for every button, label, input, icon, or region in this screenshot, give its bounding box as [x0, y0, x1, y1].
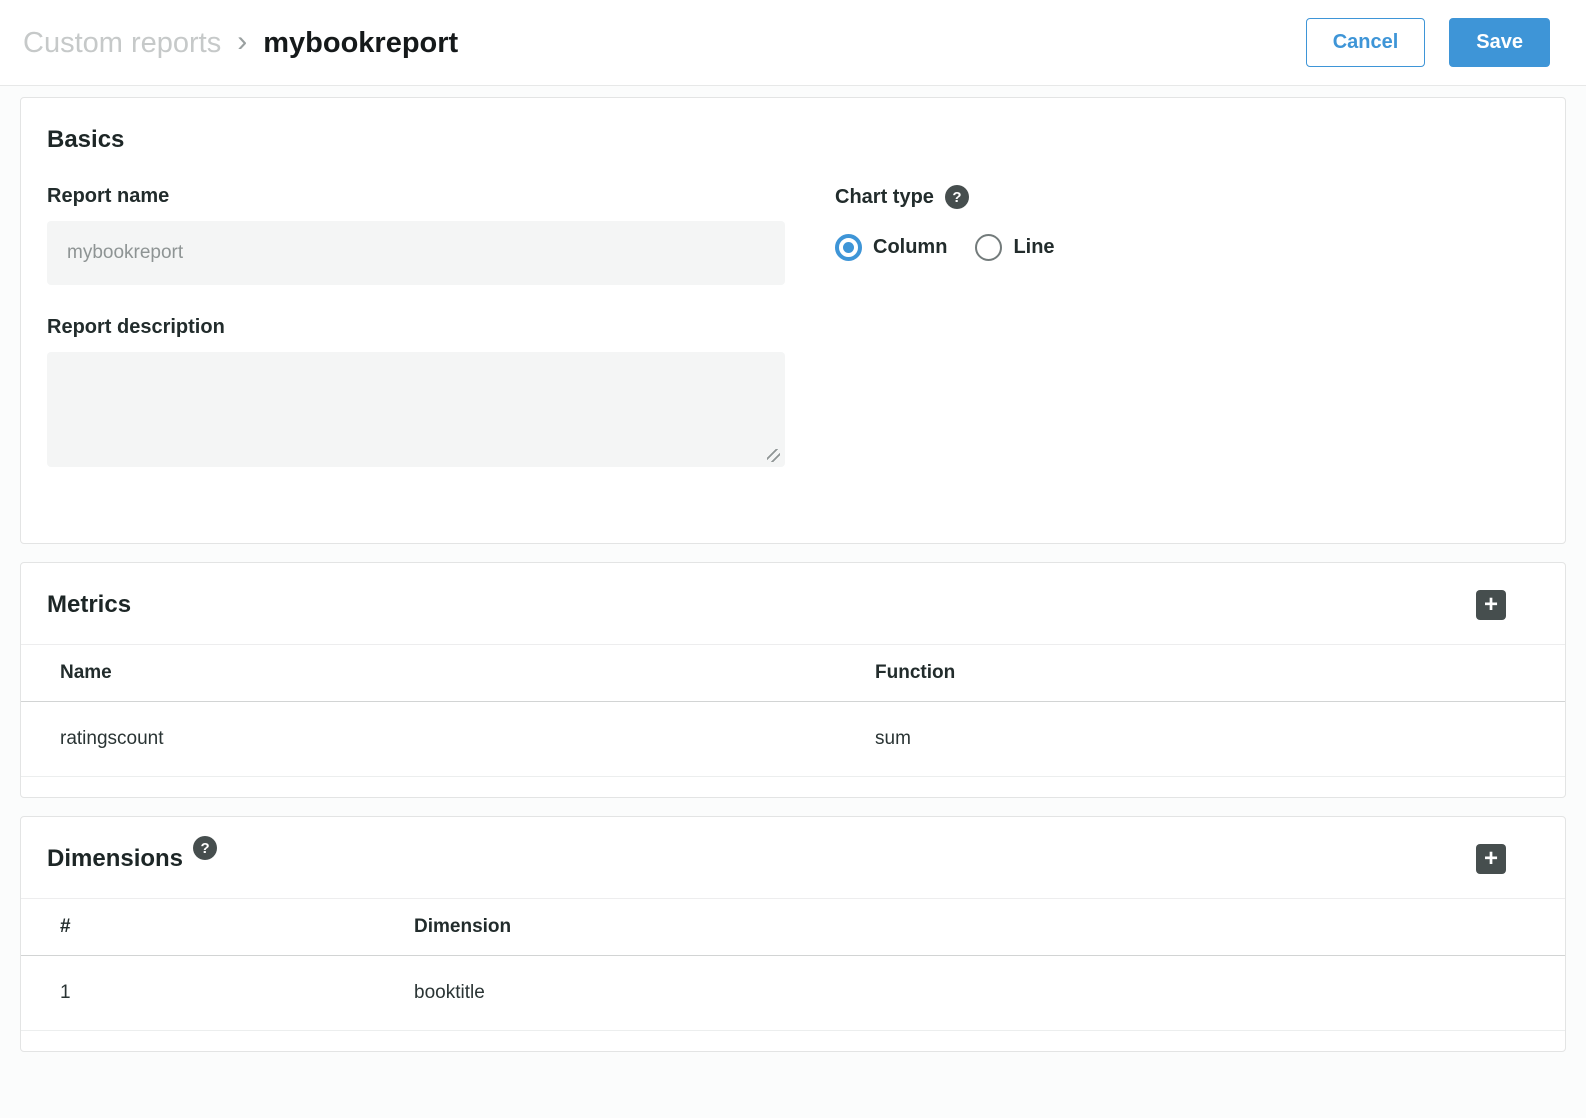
- metric-function-cell: sum: [875, 702, 1565, 777]
- metrics-header-function: Function: [875, 645, 1565, 702]
- chart-type-line-radio[interactable]: Line: [975, 234, 1054, 261]
- metric-name-cell: ratingscount: [21, 702, 875, 777]
- basics-card: Basics Report name Report description Ch…: [20, 97, 1566, 544]
- page-header: Custom reports › mybookreport Cancel Sav…: [0, 0, 1586, 86]
- cancel-button[interactable]: Cancel: [1306, 18, 1426, 67]
- metrics-card: Metrics + Name Function ratingscount sum: [20, 562, 1566, 798]
- radio-selected-icon: [835, 234, 862, 261]
- metrics-table: Name Function ratingscount sum: [21, 644, 1565, 777]
- dimension-index-cell: 1: [21, 956, 414, 1031]
- radio-line-label: Line: [1013, 236, 1054, 259]
- help-icon[interactable]: ?: [193, 836, 217, 860]
- resize-handle-icon[interactable]: [767, 449, 780, 462]
- breadcrumb-separator-icon: ›: [237, 25, 247, 59]
- dimension-name-cell: booktitle: [414, 956, 1565, 1031]
- breadcrumb-parent[interactable]: Custom reports: [23, 27, 221, 60]
- breadcrumb-current: mybookreport: [263, 27, 458, 60]
- help-icon[interactable]: ?: [945, 185, 969, 209]
- dimensions-card: Dimensions ? + # Dimension 1 booktitle: [20, 816, 1566, 1052]
- metrics-header-name: Name: [21, 645, 875, 702]
- radio-unselected-icon: [975, 234, 1002, 261]
- radio-column-label: Column: [873, 236, 947, 259]
- main-content: Basics Report name Report description Ch…: [0, 86, 1586, 1096]
- dimensions-title: Dimensions: [47, 845, 183, 873]
- table-row[interactable]: ratingscount sum: [21, 702, 1565, 777]
- dimensions-header-dimension: Dimension: [414, 899, 1565, 956]
- chart-type-column-radio[interactable]: Column: [835, 234, 947, 261]
- table-row[interactable]: 1 booktitle: [21, 956, 1565, 1031]
- dimensions-table: # Dimension 1 booktitle: [21, 898, 1565, 1031]
- report-description-label: Report description: [47, 316, 785, 339]
- dimensions-header-index: #: [21, 899, 414, 956]
- metrics-title: Metrics: [47, 591, 131, 619]
- chart-type-radio-group: Column Line: [835, 234, 1539, 261]
- report-name-input[interactable]: [47, 221, 785, 285]
- report-name-label: Report name: [47, 185, 785, 208]
- plus-icon: +: [1484, 845, 1498, 872]
- plus-icon: +: [1484, 591, 1498, 618]
- save-button[interactable]: Save: [1449, 18, 1550, 67]
- chart-type-label: Chart type: [835, 186, 934, 209]
- add-dimension-button[interactable]: +: [1476, 844, 1506, 874]
- breadcrumb: Custom reports › mybookreport: [23, 26, 458, 60]
- add-metric-button[interactable]: +: [1476, 590, 1506, 620]
- report-description-input[interactable]: [47, 352, 785, 467]
- header-actions: Cancel Save: [1306, 18, 1550, 67]
- basics-title: Basics: [47, 126, 1539, 154]
